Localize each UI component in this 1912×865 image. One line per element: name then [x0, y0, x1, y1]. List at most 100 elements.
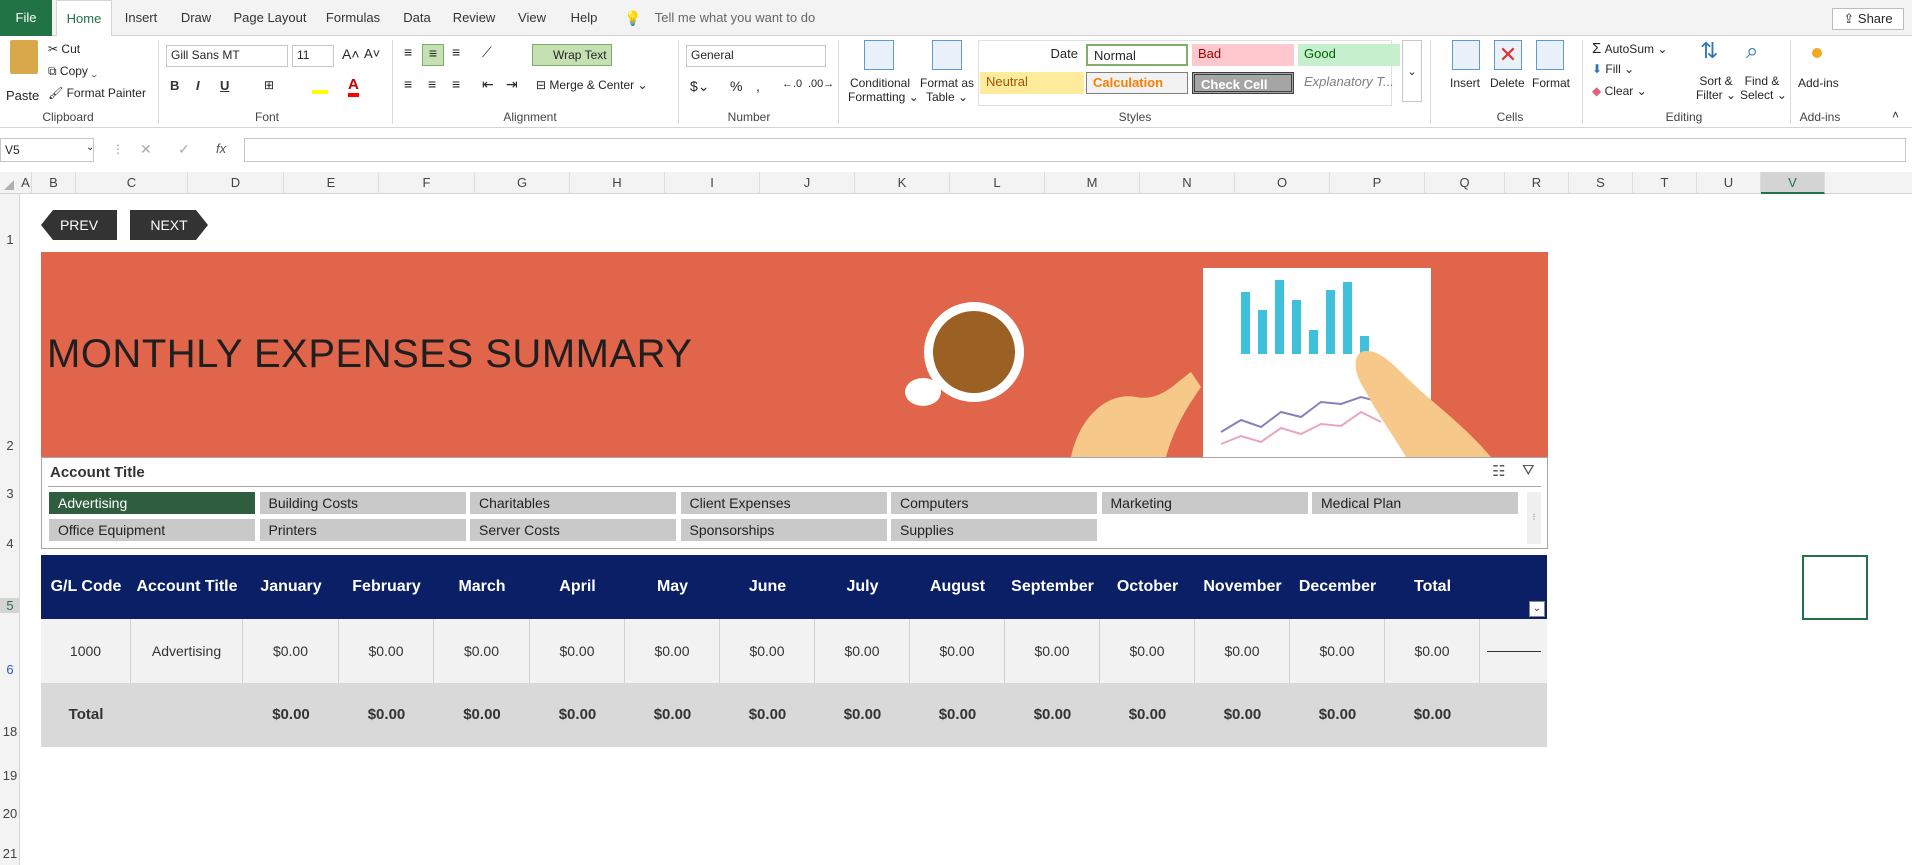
tab-home[interactable]: Home	[56, 0, 112, 37]
column-header-e[interactable]: E	[284, 172, 379, 194]
column-header-d[interactable]: D	[188, 172, 284, 194]
row-header[interactable]: 1	[0, 232, 20, 247]
decrease-indent-icon[interactable]: ⇤	[482, 76, 494, 93]
slicer-item[interactable]: Supplies	[891, 519, 1097, 541]
total-cell[interactable]: $0.00	[1385, 683, 1480, 747]
table-cell[interactable]: $0.00	[1100, 619, 1195, 683]
fx-icon[interactable]: fx	[216, 141, 226, 156]
font-color-icon[interactable]: A	[348, 76, 359, 97]
slicer-scrollbar[interactable]: ⁝	[1527, 492, 1541, 544]
prev-button[interactable]: PREV	[41, 210, 117, 240]
autosum-button[interactable]: Σ AutoSum ⌄	[1592, 40, 1667, 57]
slicer-item[interactable]: Client Expenses	[680, 492, 887, 514]
increase-decimal-icon[interactable]: ←.0	[782, 78, 802, 90]
column-header-a[interactable]: A	[20, 172, 32, 194]
row-header[interactable]: 2	[0, 438, 20, 453]
name-box[interactable]: V5	[0, 138, 94, 162]
decrease-font-icon[interactable]: A˅	[364, 46, 380, 61]
delete-cells-button[interactable]: Delete	[1490, 76, 1525, 90]
column-header-b[interactable]: B	[32, 172, 76, 194]
clear-filter-icon[interactable]: ⛛	[1522, 462, 1535, 479]
share-button[interactable]: ⇪ Share	[1832, 8, 1904, 30]
insert-cells-button[interactable]: Insert	[1450, 76, 1480, 90]
row-header[interactable]: 3	[0, 486, 20, 501]
number-format-select[interactable]: General	[686, 45, 826, 67]
tell-me-box[interactable]: Tell me what you want to do	[650, 0, 820, 36]
slicer-item[interactable]: Printers	[259, 519, 466, 541]
style-calculation[interactable]: Calculation	[1086, 72, 1188, 94]
total-cell[interactable]: $0.00	[1290, 683, 1385, 747]
column-header-j[interactable]: J	[760, 172, 855, 194]
format-painter-button[interactable]: 🖌 Format Painter	[48, 86, 146, 100]
row-header[interactable]: 20	[0, 806, 20, 821]
currency-icon[interactable]: $⌄	[690, 78, 710, 95]
align-right-icon[interactable]: ≡	[452, 76, 460, 92]
slicer-item[interactable]: Charitables	[470, 492, 676, 514]
style-normal[interactable]: Normal	[1086, 44, 1188, 66]
tab-page-layout[interactable]: Page Layout	[230, 0, 310, 36]
style-check-cell[interactable]: Check Cell	[1192, 72, 1294, 94]
slicer-item[interactable]: Medical Plan	[1312, 492, 1518, 514]
style-good[interactable]: Good	[1298, 44, 1400, 66]
table-cell[interactable]: $0.00	[1005, 619, 1100, 683]
total-cell[interactable]: $0.00	[720, 683, 815, 747]
slicer-item[interactable]: Building Costs	[259, 492, 466, 514]
column-header-t[interactable]: T	[1633, 172, 1697, 194]
table-cell[interactable]: $0.00	[910, 619, 1005, 683]
increase-indent-icon[interactable]: ⇥	[506, 76, 518, 93]
fill-button[interactable]: ⬇ Fill ⌄	[1592, 62, 1634, 76]
bold-button[interactable]: B	[170, 78, 179, 93]
slicer-item[interactable]: Advertising	[49, 492, 255, 514]
collapse-ribbon-icon[interactable]: ˄	[1892, 108, 1899, 122]
align-center-icon[interactable]: ≡	[428, 76, 436, 92]
clear-button[interactable]: ◆ Clear ⌄	[1592, 84, 1647, 98]
column-header-o[interactable]: O	[1235, 172, 1330, 194]
table-cell[interactable]: Advertising	[131, 619, 243, 683]
sort-filter-button[interactable]: Sort & Filter ⌄	[1694, 74, 1738, 102]
total-cell[interactable]: $0.00	[815, 683, 910, 747]
slicer-item[interactable]: Office Equipment	[49, 519, 255, 541]
table-cell[interactable]: $0.00	[530, 619, 625, 683]
style-neutral[interactable]: Neutral	[980, 72, 1084, 94]
column-header-v[interactable]: V	[1761, 172, 1825, 194]
underline-button[interactable]: U	[220, 78, 229, 93]
total-cell[interactable]: $0.00	[910, 683, 1005, 747]
table-cell[interactable]: 1000	[41, 619, 131, 683]
tab-view[interactable]: View	[510, 0, 554, 36]
column-header-q[interactable]: Q	[1425, 172, 1505, 194]
tab-help[interactable]: Help	[562, 0, 606, 36]
slicer-item[interactable]: Sponsorships	[680, 519, 887, 541]
tab-insert[interactable]: Insert	[118, 0, 164, 36]
align-top-icon[interactable]: ≡	[404, 44, 412, 60]
tab-review[interactable]: Review	[448, 0, 500, 36]
orientation-icon[interactable]: ⟋	[482, 44, 492, 61]
italic-button[interactable]: I	[196, 78, 200, 93]
table-cell[interactable]: $0.00	[1385, 619, 1480, 683]
filter-dropdown-icon[interactable]: ⌄	[1529, 601, 1545, 617]
formula-input[interactable]	[244, 138, 1906, 162]
total-cell[interactable]: $0.00	[243, 683, 339, 747]
row-header-selected[interactable]: 5	[0, 598, 20, 613]
align-middle-icon[interactable]: ≡	[422, 44, 444, 66]
merge-center-button[interactable]: ⊟ Merge & Center ⌄	[536, 78, 648, 92]
tab-file[interactable]: File	[0, 0, 52, 36]
style-date[interactable]: Date	[980, 44, 1084, 66]
find-select-button[interactable]: Find & Select ⌄	[1740, 74, 1787, 102]
wrap-text-button[interactable]: Wrap Text	[532, 44, 612, 66]
decrease-decimal-icon[interactable]: .00→	[808, 78, 834, 90]
column-header-n[interactable]: N	[1140, 172, 1235, 194]
total-cell[interactable]: $0.00	[1100, 683, 1195, 747]
total-cell[interactable]: $0.00	[434, 683, 530, 747]
column-header-r[interactable]: R	[1505, 172, 1569, 194]
total-cell[interactable]	[131, 683, 243, 747]
column-header-c[interactable]: C	[76, 172, 188, 194]
increase-font-icon[interactable]: A˄	[342, 46, 360, 62]
align-left-icon[interactable]: ≡	[404, 76, 412, 92]
total-cell[interactable]: $0.00	[625, 683, 720, 747]
font-name-select[interactable]: Gill Sans MT	[166, 45, 288, 67]
tab-formulas[interactable]: Formulas	[322, 0, 384, 36]
format-as-table-button[interactable]: Format as Table ⌄	[918, 76, 976, 104]
format-cells-button[interactable]: Format	[1532, 76, 1570, 90]
column-header-u[interactable]: U	[1697, 172, 1761, 194]
column-header-l[interactable]: L	[950, 172, 1045, 194]
